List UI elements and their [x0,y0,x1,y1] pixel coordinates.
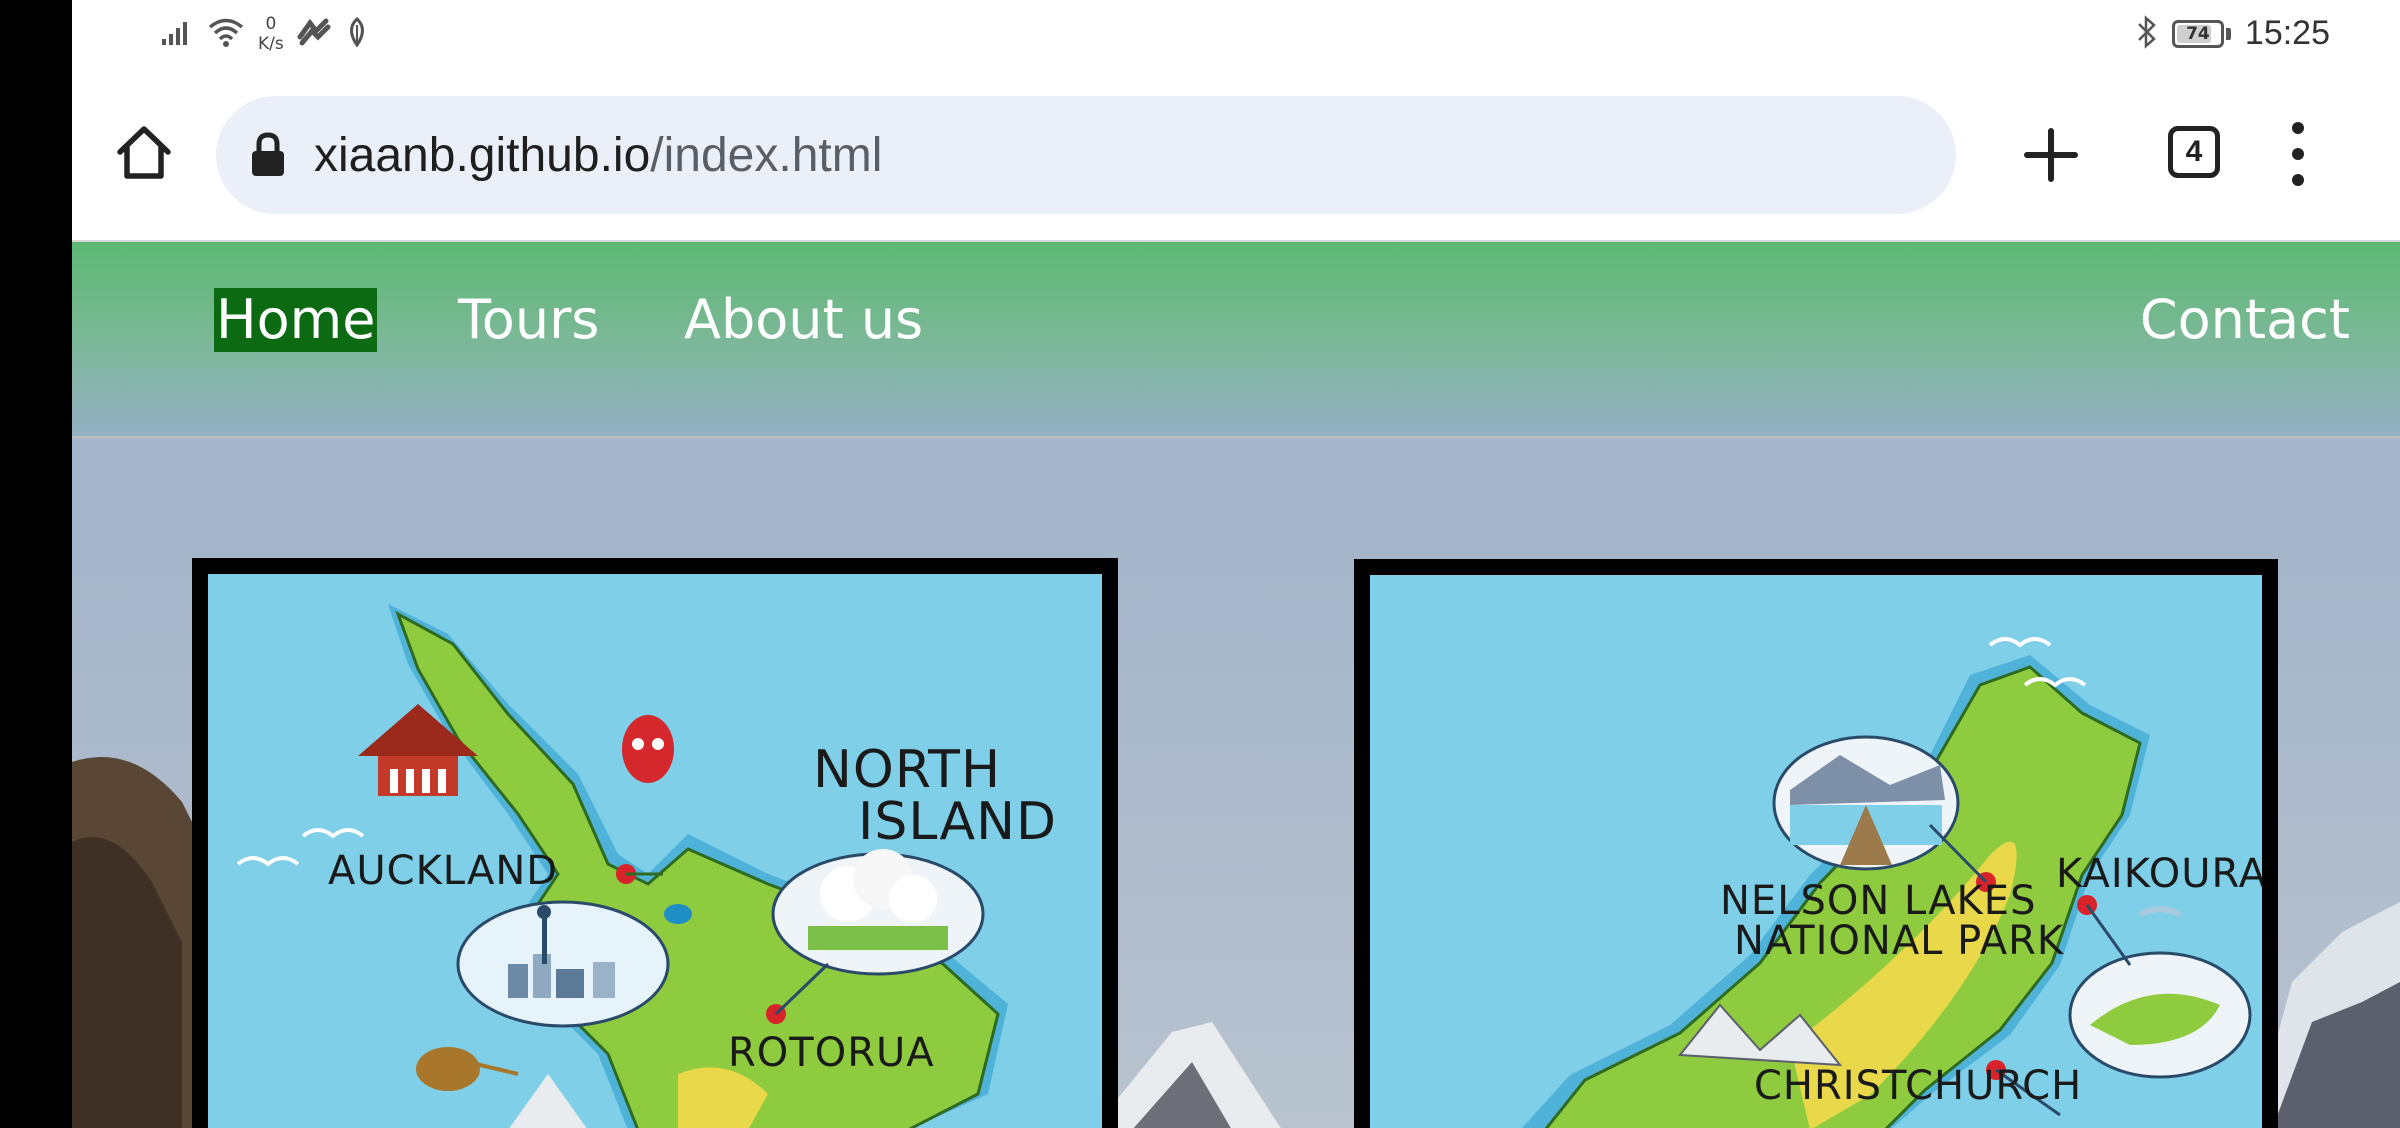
address-bar[interactable]: xiaanb.github.io/index.html [216,96,1956,214]
auckland-vignette [456,900,670,1028]
home-icon [117,126,171,179]
browser-toolbar: xiaanb.github.io/index.html 4 [72,72,2400,240]
geothermal-vignette [771,849,985,976]
kiwi-bird-illustration [416,1047,519,1091]
signal-icon [160,17,194,51]
navbar-divider [72,436,2400,439]
south-island-map-image: NELSON LAKES NATIONAL PARK KAIKOURA CHRI… [1370,575,2262,1128]
phone-screen: 0 K/s 74 15:25 xiaanb.github.io/index.ht… [72,0,2400,1128]
kaikoura-coast-vignette [2068,951,2252,1079]
app-notification-icon [296,17,332,51]
rotorua-label: ROTORUA [728,1030,935,1076]
site-navbar: Home Tours About us Contact [72,242,2400,438]
kaikoura-label: KAIKOURA [2056,851,2262,897]
north-island-map-image: NORTH ISLAND AUCKLAND ROTORUA [208,574,1102,1128]
tab-switcher-button[interactable]: 4 [2168,126,2220,178]
menu-dot-icon [2292,122,2304,134]
status-bar: 0 K/s 74 15:25 [72,0,2400,72]
status-right-group: 74 15:25 [2136,14,2330,53]
nav-home-link[interactable]: Home [214,288,378,352]
maori-mask-illustration [622,715,674,783]
menu-dot-icon [2292,148,2304,160]
battery-cap [2225,27,2231,40]
plus-icon [2024,128,2078,182]
nav-tours-link[interactable]: Tours [456,288,601,352]
north-island-title-line1: NORTH [813,740,1002,800]
tab-count: 4 [2185,135,2203,168]
leaf-notification-icon [344,16,370,51]
wifi-icon [206,16,246,52]
lake-pier-vignette [1772,735,1960,871]
battery-level: 74 [2186,23,2210,44]
battery-icon: 74 [2171,19,2224,48]
christchurch-label: CHRISTCHURCH [1754,1063,2083,1109]
auckland-label: AUCKLAND [328,848,559,894]
overflow-menu-button[interactable] [2278,122,2318,186]
status-left-group: 0 K/s [160,14,370,54]
nelson-lakes-label-line2: NATIONAL PARK [1734,918,2065,964]
north-island-title-line2: ISLAND [858,792,1058,852]
network-speed: 0 K/s [258,14,284,54]
network-speed-unit: K/s [258,34,284,54]
new-tab-button[interactable] [2016,120,2086,190]
nav-contact-link[interactable]: Contact [2138,288,2352,352]
clock: 15:25 [2244,14,2330,52]
web-content: Home Tours About us Contact NORTH ISLAND… [72,240,2400,1128]
network-speed-value: 0 [265,14,277,34]
menu-dot-icon [2292,174,2304,186]
nav-about-link[interactable]: About us [682,288,925,352]
lock-icon [246,129,290,181]
nelson-lakes-label-line1: NELSON LAKES [1720,878,2037,924]
url-path: /index.html [650,128,883,182]
north-island-map-card[interactable]: NORTH ISLAND AUCKLAND ROTORUA [192,558,1118,1128]
device-edge [0,0,72,1128]
home-button[interactable] [112,120,176,184]
bluetooth-icon [2136,14,2158,53]
url-text[interactable]: xiaanb.github.io/index.html [314,128,882,183]
south-island-map-card[interactable]: NELSON LAKES NATIONAL PARK KAIKOURA CHRI… [1354,559,2278,1128]
url-domain: xiaanb.github.io [314,128,651,182]
